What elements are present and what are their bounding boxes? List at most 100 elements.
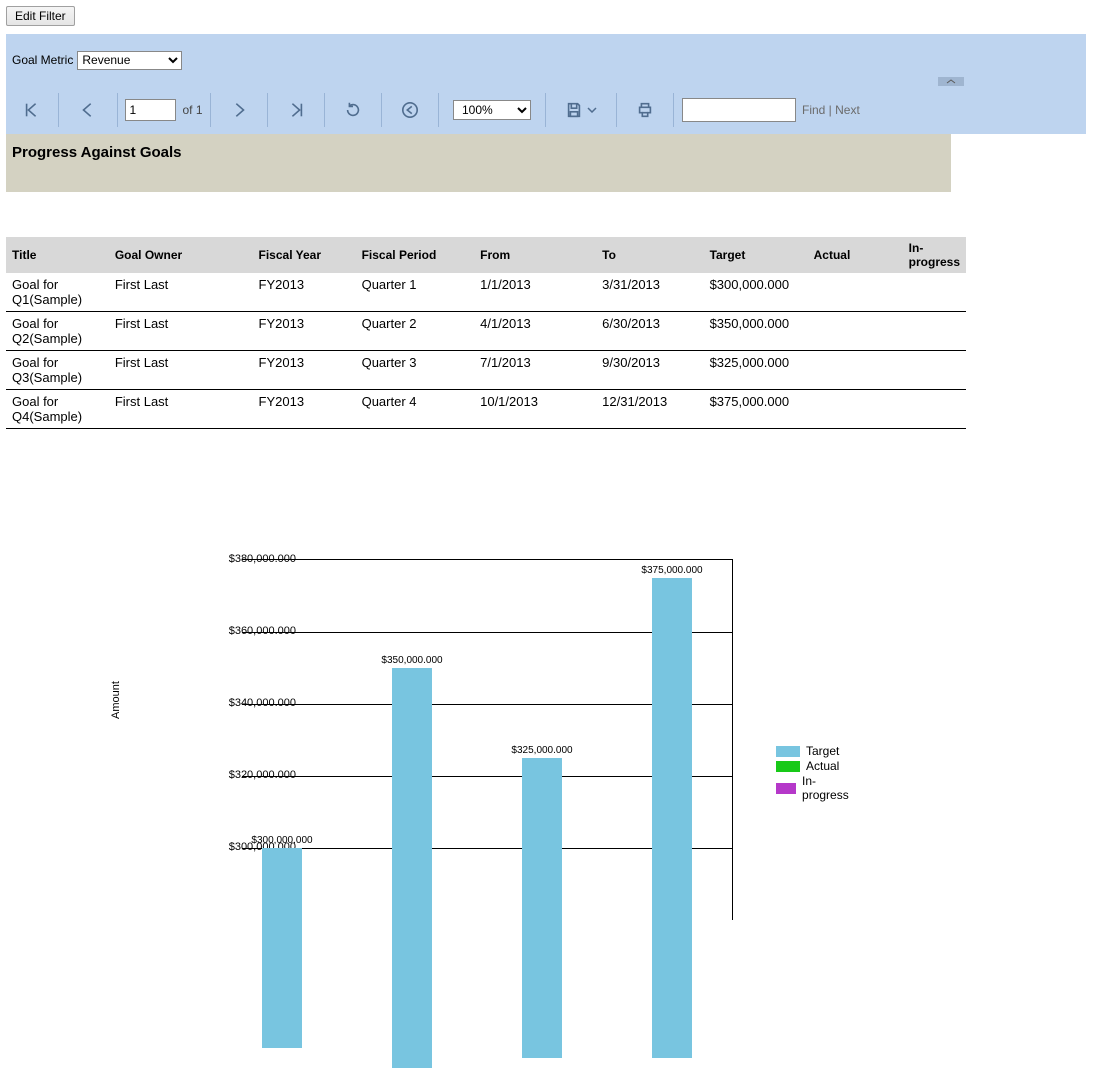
cell-inprog [903, 390, 966, 429]
cell-target: $350,000.000 [704, 312, 808, 351]
table-row: Goal for Q4(Sample)First LastFY2013Quart… [6, 390, 966, 429]
legend-swatch [776, 761, 800, 772]
cell-target: $325,000.000 [704, 351, 808, 390]
bar-target-q4 [652, 578, 692, 1058]
find-next-link[interactable]: Find | Next [802, 103, 860, 117]
print-button[interactable] [636, 101, 654, 119]
page-count-label: of 1 [182, 103, 202, 117]
prev-page-button[interactable] [79, 101, 97, 119]
report-viewer-toolbar: of 1 100% Find | Next [6, 86, 1086, 134]
legend-label: Target [806, 744, 839, 758]
plot-area: $300,000.000 $350,000.000 $325,000.000 $… [242, 559, 733, 920]
cell-fy: FY2013 [253, 390, 356, 429]
chart-legend: Target Actual In-progress [776, 744, 853, 803]
table-row: Goal for Q2(Sample)First LastFY2013Quart… [6, 312, 966, 351]
cell-fy: FY2013 [253, 312, 356, 351]
back-icon [401, 101, 419, 119]
goals-table: Title Goal Owner Fiscal Year Fiscal Peri… [6, 237, 966, 429]
cell-inprog [903, 312, 966, 351]
export-button[interactable] [565, 101, 597, 119]
bar-target-q1 [262, 848, 302, 1048]
report-title: Progress Against Goals [12, 144, 945, 161]
goal-metric-select[interactable]: Revenue [77, 51, 182, 70]
cell-fy: FY2013 [253, 351, 356, 390]
print-icon [636, 101, 654, 119]
cell-title: Goal for Q2(Sample) [6, 312, 109, 351]
cell-period: Quarter 1 [356, 273, 475, 312]
cell-inprog [903, 351, 966, 390]
refresh-icon [344, 101, 362, 119]
cell-owner: First Last [109, 312, 253, 351]
cell-from: 7/1/2013 [474, 351, 596, 390]
legend-label: Actual [806, 759, 839, 773]
col-from: From [474, 237, 596, 273]
zoom-select[interactable]: 100% [453, 100, 531, 120]
report-header: Progress Against Goals [6, 134, 951, 192]
legend-item: Target [776, 744, 853, 758]
current-page-input[interactable] [125, 99, 176, 121]
progress-chart: Amount $380,000.000 $360,000.000 $340,00… [116, 549, 796, 929]
table-header-row: Title Goal Owner Fiscal Year Fiscal Peri… [6, 237, 966, 273]
col-title: Title [6, 237, 109, 273]
col-owner: Goal Owner [109, 237, 253, 273]
table-row: Goal for Q1(Sample)First LastFY2013Quart… [6, 273, 966, 312]
col-fy: Fiscal Year [253, 237, 356, 273]
cell-period: Quarter 4 [356, 390, 475, 429]
bar-label: $325,000.000 [511, 745, 572, 756]
find-input[interactable] [682, 98, 796, 122]
bar-target-q2 [392, 668, 432, 1068]
cell-from: 1/1/2013 [474, 273, 596, 312]
legend-swatch [776, 746, 800, 757]
col-target: Target [704, 237, 808, 273]
chevron-right-icon [230, 101, 248, 119]
chevron-down-icon [587, 107, 597, 113]
y-axis-label: Amount [110, 681, 122, 719]
collapse-parameters-button[interactable] [938, 77, 964, 86]
cell-to: 12/31/2013 [596, 390, 703, 429]
bar-target-q3 [522, 758, 562, 1058]
legend-label: In-progress [802, 774, 853, 802]
cell-actual [808, 351, 903, 390]
cell-owner: First Last [109, 351, 253, 390]
cell-owner: First Last [109, 273, 253, 312]
cell-actual [808, 312, 903, 351]
col-period: Fiscal Period [356, 237, 475, 273]
chevron-up-icon [946, 79, 956, 84]
first-page-icon [23, 101, 41, 119]
report-parameter-bar: Goal Metric Revenue [6, 34, 1086, 86]
cell-period: Quarter 2 [356, 312, 475, 351]
col-inprogress: In-progress [903, 237, 966, 273]
cell-to: 3/31/2013 [596, 273, 703, 312]
cell-fy: FY2013 [253, 273, 356, 312]
cell-from: 4/1/2013 [474, 312, 596, 351]
next-page-button[interactable] [230, 101, 248, 119]
edit-filter-button[interactable]: Edit Filter [6, 6, 75, 26]
cell-to: 9/30/2013 [596, 351, 703, 390]
refresh-button[interactable] [344, 101, 362, 119]
save-icon [565, 101, 583, 119]
cell-title: Goal for Q1(Sample) [6, 273, 109, 312]
col-to: To [596, 237, 703, 273]
cell-target: $300,000.000 [704, 273, 808, 312]
bar-label: $375,000.000 [641, 565, 702, 576]
cell-actual [808, 273, 903, 312]
cell-from: 10/1/2013 [474, 390, 596, 429]
chevron-left-icon [79, 101, 97, 119]
cell-target: $375,000.000 [704, 390, 808, 429]
cell-title: Goal for Q4(Sample) [6, 390, 109, 429]
cell-actual [808, 390, 903, 429]
cell-owner: First Last [109, 390, 253, 429]
bar-label: $300,000.000 [251, 835, 312, 846]
cell-period: Quarter 3 [356, 351, 475, 390]
col-actual: Actual [808, 237, 903, 273]
last-page-button[interactable] [287, 101, 305, 119]
cell-to: 6/30/2013 [596, 312, 703, 351]
first-page-button[interactable] [23, 101, 41, 119]
cell-inprog [903, 273, 966, 312]
back-button[interactable] [401, 101, 419, 119]
table-row: Goal for Q3(Sample)First LastFY2013Quart… [6, 351, 966, 390]
legend-item: Actual [776, 759, 853, 773]
legend-swatch [776, 783, 796, 794]
last-page-icon [287, 101, 305, 119]
goal-metric-label: Goal Metric [12, 53, 73, 67]
